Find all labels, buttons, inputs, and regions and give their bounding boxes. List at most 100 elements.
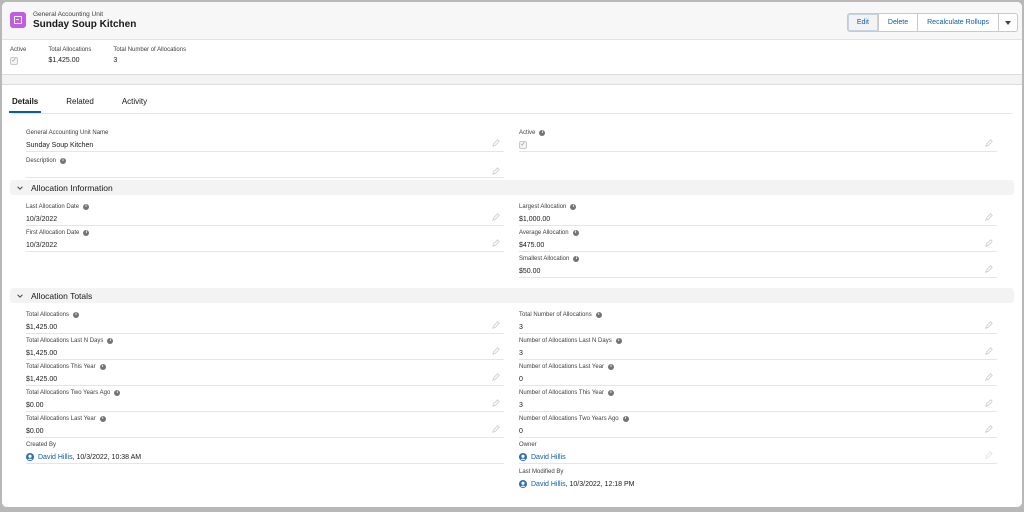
- field-label-text: Last Allocation Date: [26, 203, 80, 210]
- user-avatar-icon: [519, 453, 527, 461]
- pencil-icon[interactable]: [985, 139, 993, 147]
- object-type-label: General Accounting Unit: [33, 11, 104, 18]
- field-label: First Allocation Date i: [26, 228, 504, 237]
- field-label: Owner: [519, 441, 537, 448]
- gau-icon: [10, 12, 26, 28]
- field-label: Active i: [519, 128, 997, 137]
- field-label: Total Allocations Two Years Ago i: [26, 388, 504, 397]
- detail-card: Details Related Activity General Account…: [2, 84, 1022, 507]
- info-icon[interactable]: i: [570, 203, 577, 210]
- field-label-text: Active: [519, 129, 536, 136]
- tab-activity[interactable]: Activity: [122, 85, 147, 113]
- field-label: Number of Allocations This Year i: [519, 388, 997, 397]
- pencil-icon[interactable]: [492, 213, 500, 221]
- info-icon[interactable]: i: [99, 363, 106, 370]
- field-label: Number of Allocations Last N Days i: [519, 336, 997, 345]
- field-label-text: Number of Allocations Last Year: [519, 363, 605, 370]
- pencil-icon[interactable]: [492, 425, 500, 433]
- modified-date: , 10/3/2022, 12:18 PM: [565, 480, 635, 488]
- field-total-allocations-this-year: Total Allocations This Year i $1,425.00: [26, 362, 504, 386]
- section-allocation-totals[interactable]: Allocation Totals: [10, 288, 1014, 303]
- field-value: 10/3/2022: [26, 241, 58, 249]
- recalculate-rollups-button[interactable]: Recalculate Rollups: [918, 13, 999, 32]
- field-label-text: Total Number of Allocations: [519, 311, 592, 318]
- checkbox-active: ✓: [10, 57, 18, 65]
- info-icon[interactable]: i: [73, 311, 80, 318]
- field-value: $1,425.00: [26, 323, 58, 331]
- edit-button[interactable]: Edit: [846, 13, 879, 32]
- section-allocation-information[interactable]: Allocation Information: [10, 180, 1014, 195]
- modified-by-user-link[interactable]: David Hillis: [531, 481, 566, 488]
- pencil-icon[interactable]: [492, 321, 500, 329]
- info-icon[interactable]: i: [573, 255, 580, 262]
- info-icon[interactable]: i: [114, 389, 121, 396]
- app-frame: General Accounting Unit Sunday Soup Kitc…: [2, 2, 1022, 507]
- chevron-down-icon: [1005, 20, 1011, 25]
- field-total-allocations-two-years-ago: Total Allocations Two Years Ago i $0.00: [26, 388, 504, 412]
- record-header: General Accounting Unit Sunday Soup Kitc…: [2, 2, 1022, 75]
- pencil-icon[interactable]: [985, 265, 993, 273]
- field-label: Total Allocations Last N Days i: [26, 336, 504, 345]
- field-number-allocations-last-year: Number of Allocations Last Year i 0: [519, 362, 997, 386]
- section-title: Allocation Information: [31, 182, 113, 193]
- pencil-icon[interactable]: [492, 239, 500, 247]
- field-description: Description i: [26, 156, 504, 178]
- highlight-label: Total Allocations: [48, 47, 92, 53]
- chevron-down-icon: [16, 184, 24, 192]
- user-avatar-icon: [26, 453, 34, 461]
- field-label: Total Number of Allocations i: [519, 310, 997, 319]
- highlight-value: 3: [113, 57, 118, 64]
- pencil-icon[interactable]: [985, 451, 993, 459]
- field-label-text: Total Allocations Last N Days: [26, 337, 104, 344]
- more-actions-button[interactable]: [999, 13, 1018, 32]
- field-value: David Hillis, 10/3/2022, 12:18 PM: [519, 479, 997, 489]
- field-value: $1,425.00: [26, 349, 58, 357]
- highlight-label: Total Number of Allocations: [113, 47, 187, 53]
- pencil-icon[interactable]: [985, 373, 993, 381]
- field-label: Number of Allocations Last Year i: [519, 362, 997, 371]
- info-icon[interactable]: i: [83, 229, 90, 236]
- created-by-user-link[interactable]: David Hillis: [38, 454, 73, 461]
- pencil-icon[interactable]: [985, 239, 993, 247]
- pencil-icon[interactable]: [985, 399, 993, 407]
- owner-user-link[interactable]: David Hillis: [531, 454, 566, 461]
- pencil-icon[interactable]: [492, 139, 500, 147]
- info-icon[interactable]: i: [622, 415, 629, 422]
- info-icon[interactable]: i: [608, 363, 615, 370]
- field-number-allocations-this-year: Number of Allocations This Year i 3: [519, 388, 997, 412]
- tab-bar: Details Related Activity: [8, 85, 175, 113]
- field-first-allocation-date: First Allocation Date i 10/3/2022: [26, 228, 504, 252]
- info-icon[interactable]: i: [99, 415, 106, 422]
- tab-details[interactable]: Details: [8, 85, 42, 113]
- field-value: ✓: [519, 140, 997, 150]
- info-icon[interactable]: i: [60, 157, 67, 164]
- pencil-icon[interactable]: [985, 321, 993, 329]
- pencil-icon[interactable]: [492, 167, 500, 175]
- info-icon[interactable]: i: [83, 203, 90, 210]
- field-label-text: Number of Allocations This Year: [519, 389, 604, 396]
- field-number-allocations-two-years-ago: Number of Allocations Two Years Ago i 0: [519, 414, 997, 438]
- info-icon[interactable]: i: [615, 337, 622, 344]
- pencil-icon[interactable]: [985, 213, 993, 221]
- pencil-icon[interactable]: [492, 399, 500, 407]
- field-last-modified-by: Last Modified By David Hillis, 10/3/2022…: [519, 467, 997, 491]
- field-smallest-allocation: Smallest Allocation i $50.00: [519, 254, 997, 278]
- pencil-icon[interactable]: [492, 347, 500, 355]
- field-value: 0: [519, 427, 523, 435]
- info-icon[interactable]: i: [539, 129, 546, 136]
- info-icon[interactable]: i: [607, 389, 614, 396]
- field-value: 3: [519, 349, 523, 357]
- info-icon[interactable]: i: [107, 337, 114, 344]
- info-icon[interactable]: i: [572, 229, 579, 236]
- tab-related[interactable]: Related: [66, 85, 94, 113]
- field-label-text: Number of Allocations Last N Days: [519, 337, 612, 344]
- pencil-icon[interactable]: [492, 373, 500, 381]
- field-last-allocation-date: Last Allocation Date i 10/3/2022: [26, 202, 504, 226]
- pencil-icon[interactable]: [985, 425, 993, 433]
- field-value: 0: [519, 375, 523, 383]
- field-value: $475.00: [519, 241, 545, 249]
- field-value: David Hillis: [519, 452, 997, 462]
- delete-button[interactable]: Delete: [878, 13, 919, 32]
- info-icon[interactable]: i: [595, 311, 602, 318]
- pencil-icon[interactable]: [985, 347, 993, 355]
